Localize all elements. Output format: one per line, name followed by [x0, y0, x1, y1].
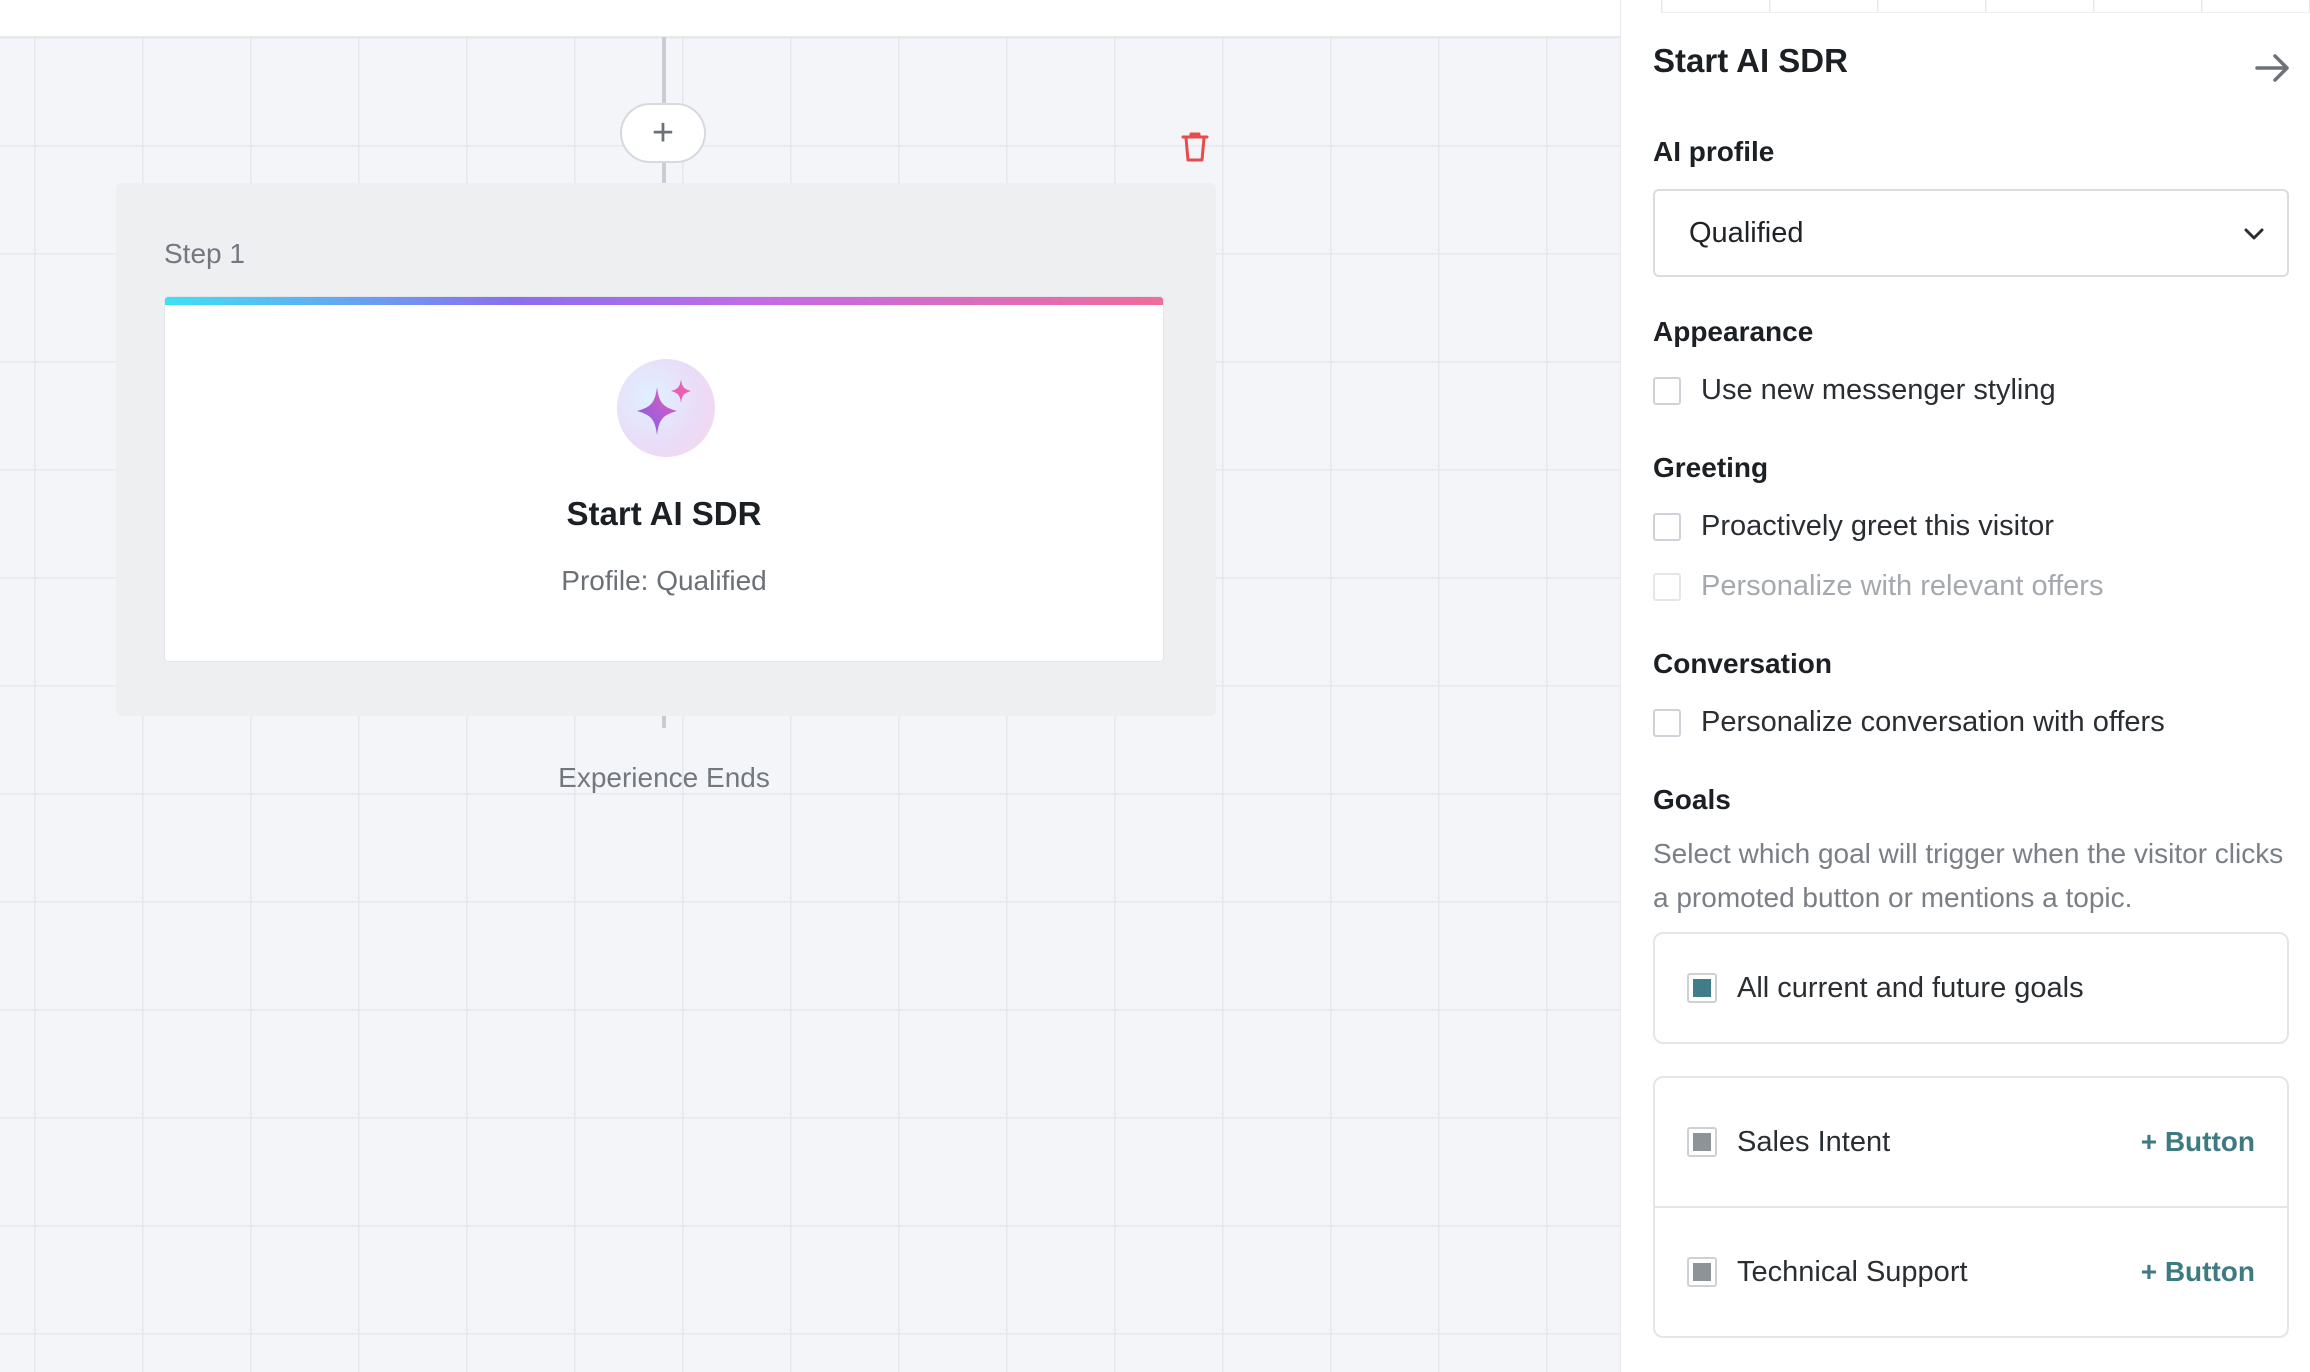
experience-end-label: Experience Ends [558, 762, 770, 793]
option-new-messenger-styling[interactable]: Use new messenger styling [1653, 374, 2056, 407]
close-panel-button[interactable] [2253, 50, 2293, 86]
option-personalize-relevant-offers: Personalize with relevant offers [1653, 570, 2103, 603]
option-label: Personalize conversation with offers [1701, 706, 2165, 738]
check-fill [1693, 979, 1711, 997]
card-accent-bar [165, 297, 1163, 305]
card-subtitle: Profile: Qualified [561, 565, 767, 596]
all-goals-box: All current and future goals [1653, 932, 2289, 1044]
check-fill [1693, 1263, 1711, 1281]
goal-row-sales-intent[interactable]: Sales Intent + Button [1655, 1078, 2287, 1206]
option-label: Proactively greet this visitor [1701, 510, 2054, 542]
add-step-button[interactable]: + [620, 103, 706, 163]
checkbox-checked[interactable] [1687, 973, 1717, 1003]
plus-icon: + [651, 111, 675, 154]
panel-top-strip [1661, 0, 2310, 13]
connector-top [662, 37, 666, 103]
checkbox[interactable] [1653, 512, 1681, 541]
delete-step-button[interactable] [1180, 130, 1210, 164]
ai-profile-heading: AI profile [1653, 136, 1775, 167]
goal-label: Technical Support [1737, 1255, 1968, 1288]
goals-heading: Goals [1653, 784, 1731, 815]
ai-profile-selected-value: Qualified [1689, 216, 1804, 249]
start-ai-sdr-card[interactable]: Start AI SDR Profile: Qualified [164, 296, 1164, 662]
check-fill [1693, 1133, 1711, 1151]
add-button-link[interactable]: + Button [2141, 1256, 2255, 1288]
goals-help-text: Select which goal will trigger when the … [1653, 838, 2284, 913]
chevron-down-icon [2244, 228, 2264, 240]
checkbox-checked[interactable] [1687, 1127, 1717, 1157]
option-personalize-conversation[interactable]: Personalize conversation with offers [1653, 706, 2165, 739]
sparkles-icon [637, 379, 691, 435]
add-button-link[interactable]: + Button [2141, 1126, 2255, 1158]
appearance-heading: Appearance [1653, 316, 1814, 347]
panel-title: Start AI SDR [1653, 42, 1848, 79]
ai-profile-select[interactable]: Qualified [1653, 189, 2289, 277]
top-bar [0, 0, 1620, 37]
card-icon-badge [617, 359, 715, 457]
option-label: Personalize with relevant offers [1701, 570, 2104, 602]
greeting-heading: Greeting [1653, 452, 1769, 483]
trash-icon [1181, 132, 1209, 162]
goal-label: Sales Intent [1737, 1125, 1891, 1158]
goal-row-all[interactable]: All current and future goals [1655, 934, 2287, 1042]
goal-row-technical-support[interactable]: Technical Support + Button [1655, 1206, 2287, 1336]
option-label: Use new messenger styling [1701, 374, 2056, 406]
checkbox-disabled [1653, 572, 1681, 601]
step-label: Step 1 [164, 238, 245, 269]
checkbox-checked[interactable] [1687, 1257, 1717, 1287]
arrow-right-icon [2255, 54, 2289, 82]
conversation-heading: Conversation [1653, 648, 1832, 679]
goal-label: All current and future goals [1737, 971, 2084, 1004]
settings-panel: Start AI SDR AI profile Qualified Appear… [1620, 0, 2310, 1372]
goal-list: Sales Intent + Button Technical Support … [1653, 1076, 2289, 1338]
option-proactively-greet[interactable]: Proactively greet this visitor [1653, 510, 2054, 543]
checkbox[interactable] [1653, 376, 1681, 405]
card-title: Start AI SDR [566, 495, 762, 532]
checkbox[interactable] [1653, 708, 1681, 737]
